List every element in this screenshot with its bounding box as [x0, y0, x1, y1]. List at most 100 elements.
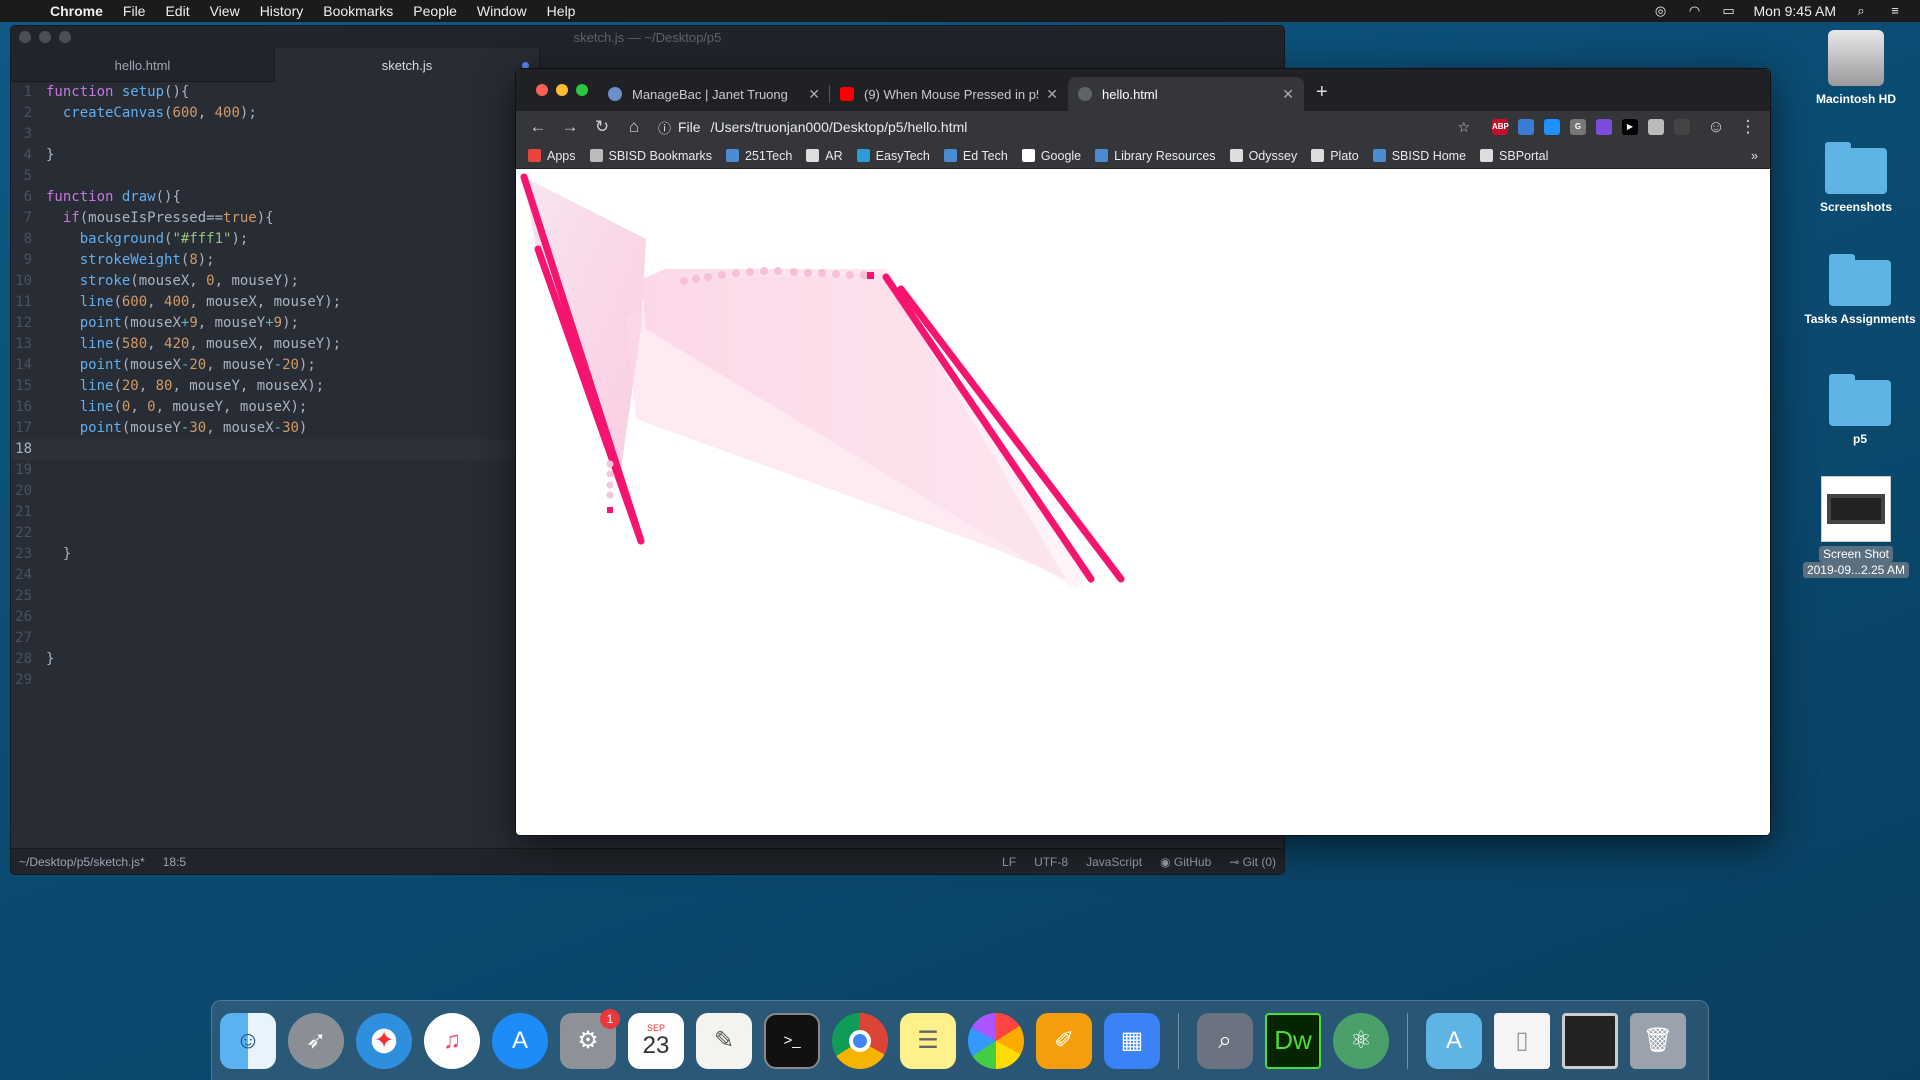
bookmark-item[interactable]: Ed Tech [943, 149, 1008, 163]
extension-icon[interactable] [1648, 119, 1664, 135]
menu-help[interactable]: Help [537, 3, 586, 19]
code-line[interactable]: 10 stroke(mouseX, 0, mouseY); [11, 271, 521, 292]
status-line-ending[interactable]: LF [1002, 855, 1016, 869]
code-line[interactable]: 25 [11, 586, 521, 607]
screenshot-stack-icon[interactable] [1562, 1012, 1618, 1069]
bookmark-item[interactable]: Library Resources [1095, 149, 1216, 163]
document-icon[interactable]: ▯ [1494, 1012, 1550, 1069]
bookmark-item[interactable]: Google [1021, 149, 1081, 163]
photos-icon[interactable] [968, 1012, 1024, 1069]
notification-center-icon[interactable]: ≡ [1886, 4, 1904, 18]
code-line[interactable]: 13 line(580, 420, mouseX, mouseY); [11, 334, 521, 355]
code-line[interactable]: 27 [11, 628, 521, 649]
code-line[interactable]: 17 point(mouseY-30, mouseX-30) [11, 418, 521, 439]
code-editor-area[interactable]: 1 function setup(){2 createCanvas(600, 40… [11, 82, 521, 852]
menubar-clock[interactable]: Mon 9:45 AM [1754, 3, 1837, 19]
menu-edit[interactable]: Edit [155, 3, 199, 19]
applications-folder-icon[interactable]: A [1426, 1012, 1482, 1069]
extension-icon[interactable] [1674, 119, 1690, 135]
desktop-icon-tasks-assignments[interactable]: Tasks Assignments [1800, 254, 1920, 326]
chrome-tab-managebac[interactable]: ManageBac | Janet Truong ✕ [598, 77, 830, 111]
extension-icon[interactable] [1518, 119, 1534, 135]
desktop-icon-screen-shot[interactable]: Screen Shot 2019-09...2.25 AM [1796, 476, 1916, 578]
code-line[interactable]: 3 [11, 124, 521, 145]
terminal-icon[interactable]: >_ [764, 1012, 820, 1069]
airplay-icon[interactable]: ▭ [1720, 4, 1738, 18]
chrome-menu-icon[interactable]: ⋮ [1734, 117, 1762, 137]
code-line[interactable]: 12 point(mouseX+9, mouseY+9); [11, 313, 521, 334]
chrome-tab-youtube[interactable]: (9) When Mouse Pressed in p5 ✕ [830, 77, 1068, 111]
desktop-icon-p5[interactable]: p5 [1800, 374, 1920, 446]
code-line[interactable]: 11 line(600, 400, mouseX, mouseY); [11, 292, 521, 313]
menu-bookmarks[interactable]: Bookmarks [313, 3, 403, 19]
code-line[interactable]: 5 [11, 166, 521, 187]
wifi-icon[interactable]: ◠ [1686, 4, 1704, 18]
bookmark-item[interactable]: AR [806, 149, 843, 163]
launchpad-icon[interactable]: ➶ [288, 1012, 344, 1069]
bookmark-item[interactable]: Plato [1311, 149, 1359, 163]
extension-icon[interactable]: G [1570, 119, 1586, 135]
code-line[interactable]: 9 strokeWeight(8); [11, 250, 521, 271]
code-line[interactable]: 2 createCanvas(600, 400); [11, 103, 521, 124]
code-line[interactable]: 26 [11, 607, 521, 628]
extension-icon[interactable]: ABP [1492, 119, 1509, 135]
page-viewport[interactable] [516, 169, 1771, 836]
code-line[interactable]: 29 [11, 670, 521, 691]
dreamweaver-icon[interactable]: Dw [1265, 1012, 1321, 1069]
code-line[interactable]: 14 point(mouseX-20, mouseY-20); [11, 355, 521, 376]
code-line[interactable]: 28} [11, 649, 521, 670]
menu-history[interactable]: History [250, 3, 314, 19]
minimize-window-button[interactable] [556, 84, 568, 96]
itunes-icon[interactable]: ♫ [424, 1012, 480, 1069]
code-line[interactable]: 16 line(0, 0, mouseY, mouseX); [11, 397, 521, 418]
extension-icon[interactable] [1544, 119, 1560, 135]
zoom-window-button[interactable] [576, 84, 588, 96]
spotlight-search-icon[interactable]: ⌕ [1852, 4, 1870, 18]
trash-icon[interactable]: 🗑 [1630, 1012, 1686, 1069]
desktop-icon-screenshots[interactable]: Screenshots [1796, 142, 1916, 214]
info-icon[interactable]: ⓘ [658, 118, 678, 137]
close-tab-icon[interactable]: ✕ [1046, 86, 1058, 103]
system-preferences-icon[interactable]: ⚙ 1 [560, 1008, 620, 1069]
code-line[interactable]: 21 [11, 502, 521, 523]
editor-tab-hello-html[interactable]: hello.html [11, 48, 275, 82]
profile-avatar-icon[interactable]: ☺ [1702, 117, 1730, 137]
safari-icon[interactable]: ✦ [356, 1012, 412, 1069]
close-tab-icon[interactable]: ✕ [1282, 86, 1294, 103]
code-line[interactable]: 8 background("#fff1"); [11, 229, 521, 250]
url-text[interactable]: /Users/truonjan000/Desktop/p5/hello.html [711, 119, 968, 135]
preview-icon[interactable]: ⌕ [1197, 1012, 1253, 1069]
extension-icon[interactable] [1596, 119, 1612, 135]
bookmark-item[interactable]: SBPortal [1480, 149, 1548, 163]
code-line[interactable]: 1 function setup(){ [11, 82, 521, 103]
code-line[interactable]: 18 [11, 439, 521, 460]
back-arrow-icon[interactable]: ← [524, 117, 552, 137]
menu-view[interactable]: View [200, 3, 250, 19]
chrome-tab-hello-html[interactable]: hello.html ✕ [1068, 77, 1304, 111]
reload-icon[interactable]: ↻ [588, 117, 616, 137]
code-line[interactable]: 4} [11, 145, 521, 166]
bookmarks-overflow-icon[interactable]: » [1751, 149, 1758, 163]
editor-titlebar[interactable]: sketch.js — ~/Desktop/p5 [11, 26, 1284, 48]
desktop-icon-macintosh-hd[interactable]: Macintosh HD [1796, 30, 1916, 106]
bookmark-item[interactable]: 251Tech [726, 149, 792, 163]
code-line[interactable]: 24 [11, 565, 521, 586]
calendar-icon[interactable]: SEP 23 [628, 1012, 684, 1069]
chrome-icon[interactable] [832, 1012, 888, 1069]
bookmark-item[interactable]: SBISD Bookmarks [589, 149, 712, 163]
menu-people[interactable]: People [403, 3, 467, 19]
textedit-icon[interactable]: ✎ [696, 1012, 752, 1069]
code-line[interactable]: 7 if(mouseIsPressed==true){ [11, 208, 521, 229]
address-bar[interactable]: ⓘ File /Users/truonjan000/Desktop/p5/hel… [658, 113, 1482, 141]
bookmark-item[interactable]: SBISD Home [1372, 149, 1466, 163]
code-line[interactable]: 22 [11, 523, 521, 544]
editor-tab-sketch-js[interactable]: sketch.js [275, 48, 540, 82]
p5-canvas[interactable] [516, 169, 1771, 836]
status-file-path[interactable]: ~/Desktop/p5/sketch.js* [19, 855, 145, 869]
home-icon[interactable]: ⌂ [620, 117, 648, 137]
bookmark-star-icon[interactable]: ☆ [1457, 119, 1482, 136]
menu-file[interactable]: File [113, 3, 156, 19]
status-encoding[interactable]: UTF-8 [1034, 855, 1068, 869]
code-line[interactable]: 20 [11, 481, 521, 502]
status-cursor-position[interactable]: 18:5 [163, 855, 186, 869]
